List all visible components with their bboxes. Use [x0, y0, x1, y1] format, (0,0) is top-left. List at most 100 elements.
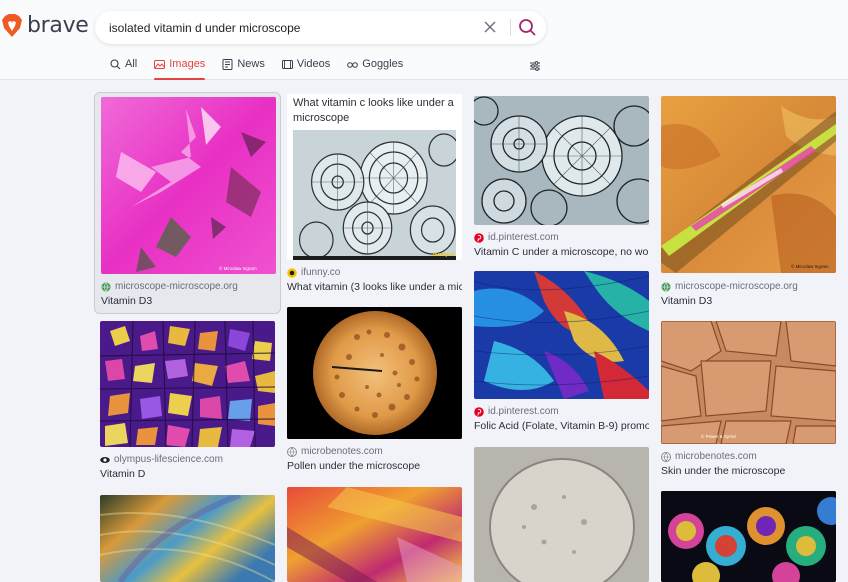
purple-mosaic-image [100, 321, 275, 447]
result-source[interactable]: ifunny.co [287, 267, 340, 278]
result-title[interactable]: Pollen under the microscope [287, 460, 462, 472]
red-orange-crystal-image [287, 487, 462, 582]
search-divider [510, 19, 511, 36]
search-icon [110, 59, 121, 70]
pinterest-icon [474, 406, 484, 417]
source-domain: ifunny.co [301, 267, 341, 278]
result-source[interactable]: olympus-lifescience.com [100, 454, 223, 465]
result-thumbnail[interactable] [474, 96, 649, 225]
tab-images[interactable]: Images [154, 58, 206, 80]
source-domain: olympus-lifescience.com [114, 454, 223, 465]
grey-specimen-image [474, 447, 649, 582]
pink-crystal-image: © Miroslaw Ingram [101, 97, 276, 274]
image-result-card[interactable]: © Miroslaw Ingram microscope-microscope.… [94, 92, 281, 314]
pinterest-icon [474, 232, 484, 243]
search-tabs: All Images News Videos Goggles [110, 58, 403, 80]
rainbow-fiber-image [100, 495, 275, 582]
tab-news[interactable]: News [222, 58, 265, 80]
result-thumbnail[interactable] [474, 271, 649, 399]
globe-icon [661, 451, 671, 462]
image-icon [154, 60, 166, 69]
ifunny-icon [287, 267, 297, 278]
skin-sem-image: © Power & Syred [661, 321, 836, 444]
lion-logo-icon [2, 13, 22, 37]
result-thumbnail[interactable]: © Power & Syred [661, 321, 836, 444]
result-source[interactable]: microscope-microscope.org [661, 281, 798, 292]
image-result-card[interactable]: What vitamin c looks like under a micros… [287, 94, 462, 294]
result-title[interactable]: Folic Acid (Folate, Vitamin B-9) promo..… [474, 420, 649, 432]
result-title[interactable]: Vitamin D3 [661, 295, 836, 307]
crystal-circles-image [293, 130, 456, 256]
search-box[interactable] [95, 11, 546, 44]
meme-caption: What vitamin c looks like under a micros… [293, 97, 454, 124]
goggles-icon [347, 62, 359, 68]
source-domain: id.pinterest.com [488, 406, 559, 417]
top-bar: brave All Images News Videos [0, 0, 848, 80]
source-domain: microscope-microscope.org [115, 281, 238, 292]
result-source[interactable]: id.pinterest.com [474, 406, 559, 417]
sliders-icon[interactable] [529, 60, 541, 72]
result-source[interactable]: microscope-microscope.org [101, 281, 238, 292]
image-result-card[interactable] [474, 447, 649, 582]
result-source[interactable]: microbenotes.com [661, 451, 757, 462]
image-footer-strip [293, 256, 456, 260]
image-result-card[interactable]: © Power & Syred microbenotes.com Skin un… [661, 321, 836, 481]
result-title[interactable]: Vitamin D [100, 468, 275, 480]
result-title[interactable]: What vitamin (3 looks like under a mic..… [287, 281, 462, 293]
result-thumbnail[interactable] [287, 307, 462, 439]
source-domain: microbenotes.com [301, 446, 383, 457]
watermark: ifunny.co [433, 252, 455, 258]
tab-all[interactable]: All [110, 58, 137, 80]
result-source[interactable]: microbenotes.com [287, 446, 383, 457]
watermark: © Miroslaw Ingram [791, 263, 829, 269]
result-thumbnail[interactable] [100, 495, 275, 582]
tab-label: All [125, 58, 138, 70]
source-domain: microscope-microscope.org [675, 281, 798, 292]
image-result-card[interactable]: microbenotes.com Pollen under the micros… [287, 307, 462, 475]
result-title[interactable]: Skin under the microscope [661, 465, 836, 477]
result-thumbnail[interactable] [661, 491, 836, 582]
tab-goggles[interactable]: Goggles [347, 58, 403, 80]
pollen-circle-image [287, 307, 462, 439]
result-title[interactable]: Vitamin C under a microscope, no wo... [474, 246, 649, 258]
watermark: © Miroslaw Ingram [219, 265, 257, 271]
image-result-card[interactable] [100, 495, 275, 582]
globe-icon [101, 282, 111, 291]
newspaper-icon [222, 59, 233, 70]
image-result-card[interactable]: id.pinterest.com Vitamin C under a micro… [474, 96, 649, 261]
source-domain: microbenotes.com [675, 451, 757, 462]
tab-label: Images [169, 58, 206, 70]
tab-label: Goggles [362, 58, 404, 70]
result-thumbnail[interactable]: What vitamin c looks like under a micros… [287, 94, 462, 260]
search-input[interactable] [109, 11, 469, 44]
close-icon[interactable] [482, 19, 498, 35]
watermark: © Power & Syred [701, 433, 736, 439]
result-thumbnail[interactable] [287, 487, 462, 582]
tab-videos[interactable]: Videos [281, 58, 331, 80]
globe-icon [287, 446, 297, 457]
vitamin-d3-fiber-image: © Miroslaw Ingram [661, 96, 836, 273]
result-thumbnail[interactable]: © Miroslaw Ingram [101, 97, 276, 274]
source-domain: id.pinterest.com [488, 232, 559, 243]
image-result-card[interactable]: © Miroslaw Ingram microscope-microscope.… [661, 96, 836, 308]
result-thumbnail[interactable]: © Miroslaw Ingram [661, 96, 836, 273]
image-result-card[interactable]: olympus-lifescience.com Vitamin D [100, 321, 275, 481]
rainbow-rosettes-image [661, 491, 836, 582]
image-result-card[interactable] [287, 487, 462, 582]
tab-label: News [237, 58, 265, 70]
image-result-card[interactable] [661, 491, 836, 582]
result-title[interactable]: Vitamin D3 [101, 295, 276, 307]
crystal-rings-image [474, 96, 649, 225]
video-icon [281, 60, 293, 69]
brave-logo[interactable]: brave [2, 13, 89, 38]
globe-icon [661, 282, 671, 291]
search-icon[interactable] [518, 18, 537, 37]
folic-acid-crystal-image [474, 271, 649, 399]
image-result-card[interactable]: id.pinterest.com Folic Acid (Folate, Vit… [474, 271, 649, 435]
brand-name: brave [27, 13, 89, 38]
tab-label: Videos [296, 58, 331, 70]
eye-icon [100, 456, 110, 463]
result-thumbnail[interactable] [474, 447, 649, 582]
result-thumbnail[interactable] [100, 321, 275, 447]
result-source[interactable]: id.pinterest.com [474, 232, 559, 243]
